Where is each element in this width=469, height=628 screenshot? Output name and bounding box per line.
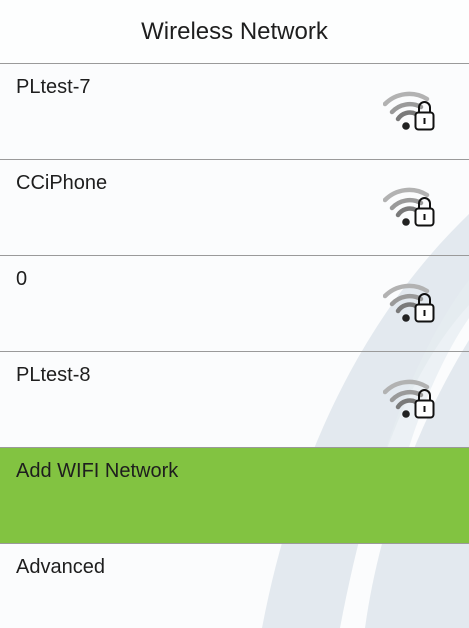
network-ssid: CCiPhone	[16, 172, 108, 194]
add-wifi-network-label: Add WIFI Network	[16, 460, 179, 482]
network-item[interactable]: PLtest-8	[0, 352, 469, 448]
advanced-button[interactable]: Advanced	[0, 544, 469, 628]
network-item[interactable]: CCiPhone	[0, 160, 469, 256]
network-ssid: PLtest-8	[16, 364, 91, 386]
network-item[interactable]: PLtest-7	[0, 64, 469, 160]
network-item[interactable]: 0	[0, 256, 469, 352]
network-list: PLtest-7 CCiPhone 0 PLtest-8 Add WIFI Ne…	[0, 64, 469, 628]
network-ssid: PLtest-7	[16, 76, 91, 98]
advanced-label: Advanced	[16, 556, 105, 578]
wifi-lock-icon	[383, 379, 435, 419]
wifi-lock-icon	[383, 283, 435, 323]
add-wifi-network-button[interactable]: Add WIFI Network	[0, 448, 469, 544]
page-title: Wireless Network	[0, 0, 469, 64]
wireless-network-screen: Wireless Network PLtest-7 CCiPhone 0 PLt…	[0, 0, 469, 628]
wifi-lock-icon	[383, 187, 435, 227]
network-ssid: 0	[16, 268, 28, 290]
wifi-lock-icon	[383, 91, 435, 131]
